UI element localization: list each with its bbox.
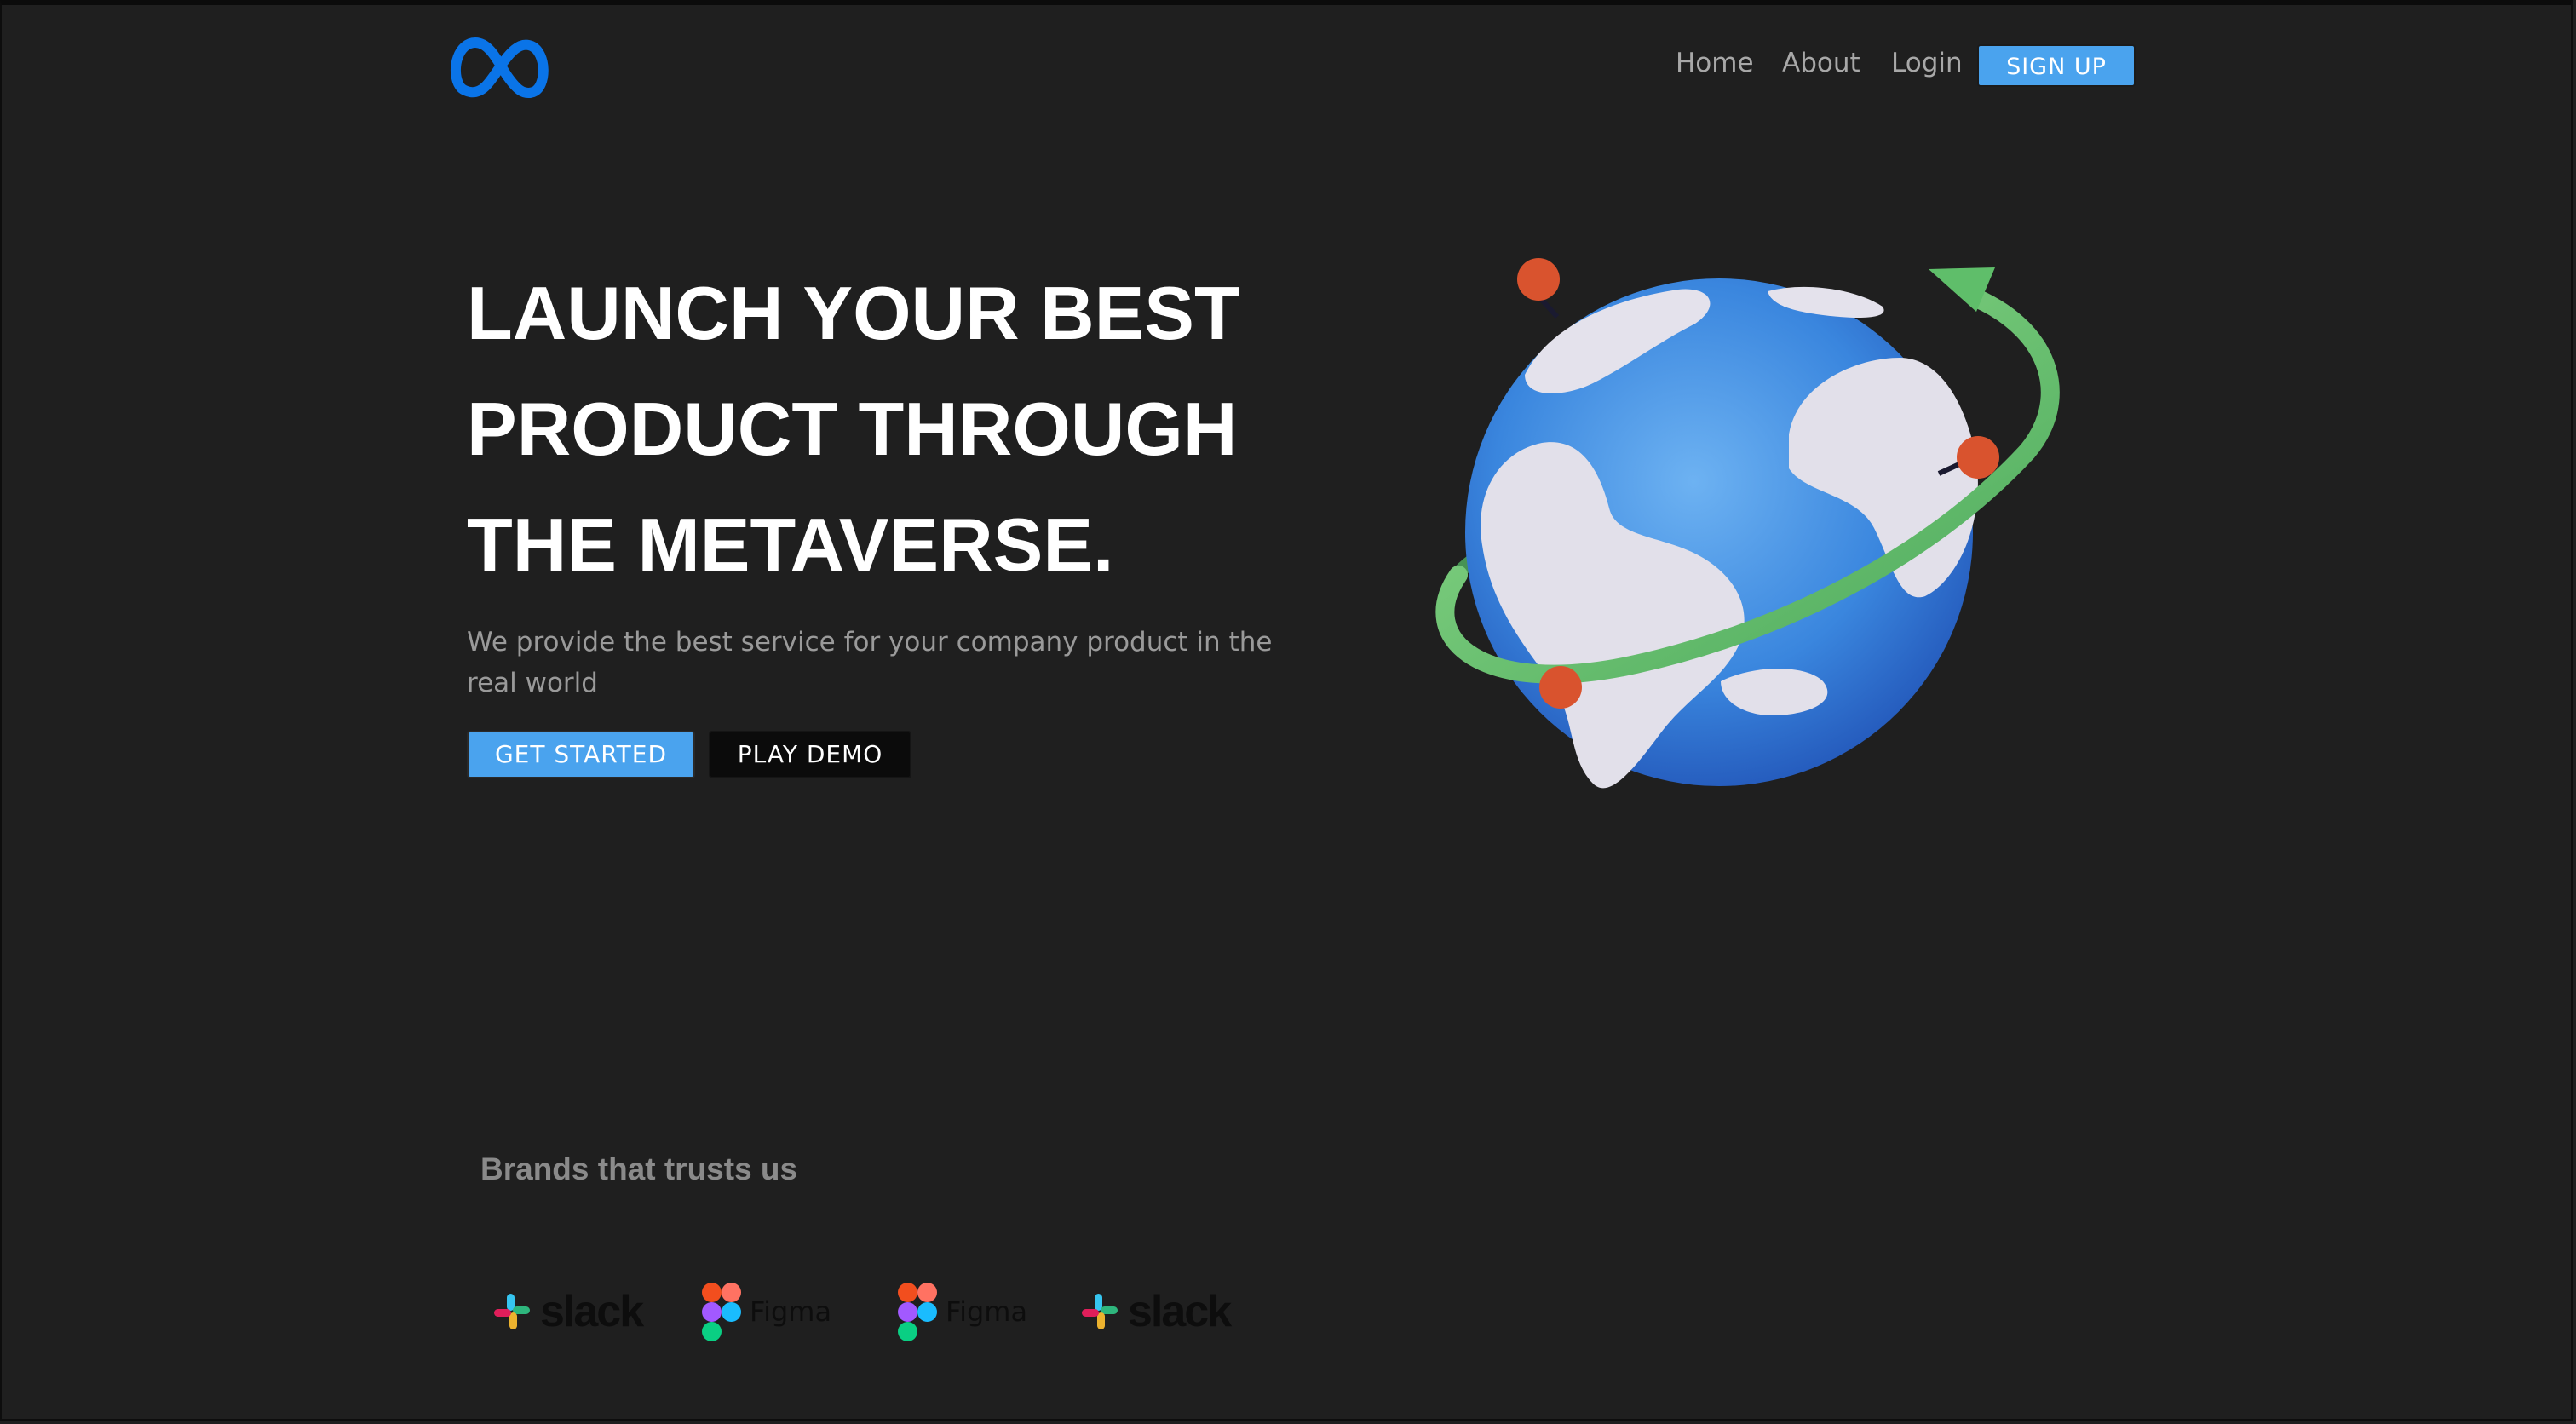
signup-button[interactable]: SIGN UP [1977,44,2136,87]
browser-frame [0,0,2573,1421]
hero-title: LAUNCH YOUR BEST PRODUCT THROUGH THE MET… [467,256,1353,603]
brand-slack-label: slack [1128,1287,1232,1336]
brand-figma-label: Figma [946,1295,1028,1328]
brand-figma-logo[interactable]: Figma [700,1278,831,1346]
hero-title-line-3: THE METAVERSE. [467,502,1114,587]
get-started-button[interactable]: GET STARTED [467,731,695,778]
globe-with-orbit-arrow-icon [1435,258,2060,789]
hero-subtitle: We provide the best service for your com… [467,627,1273,698]
brand-slack-logo[interactable]: slack [492,1278,644,1346]
brand-figma-logo[interactable]: Figma [896,1278,1027,1346]
nav-login-link[interactable]: Login [1891,48,1963,78]
figma-icon [702,1283,741,1341]
brand-slack-label: slack [540,1287,644,1336]
hero-title-line-2: PRODUCT THROUGH [467,387,1238,471]
figma-icon [898,1283,937,1341]
hero-title-line-1: LAUNCH YOUR BEST [467,271,1240,355]
slack-icon [1082,1294,1118,1329]
brand-slack-logo[interactable]: slack [1080,1278,1232,1346]
meta-logo-icon[interactable] [446,31,552,104]
brand-figma-label: Figma [750,1295,832,1328]
brands-title: Brands that trusts us [480,1151,798,1186]
nav-about-link[interactable]: About [1782,48,1860,78]
slack-icon [494,1294,530,1329]
nav-home-link[interactable]: Home [1676,48,1754,78]
play-demo-button[interactable]: PLAY DEMO [709,731,911,778]
